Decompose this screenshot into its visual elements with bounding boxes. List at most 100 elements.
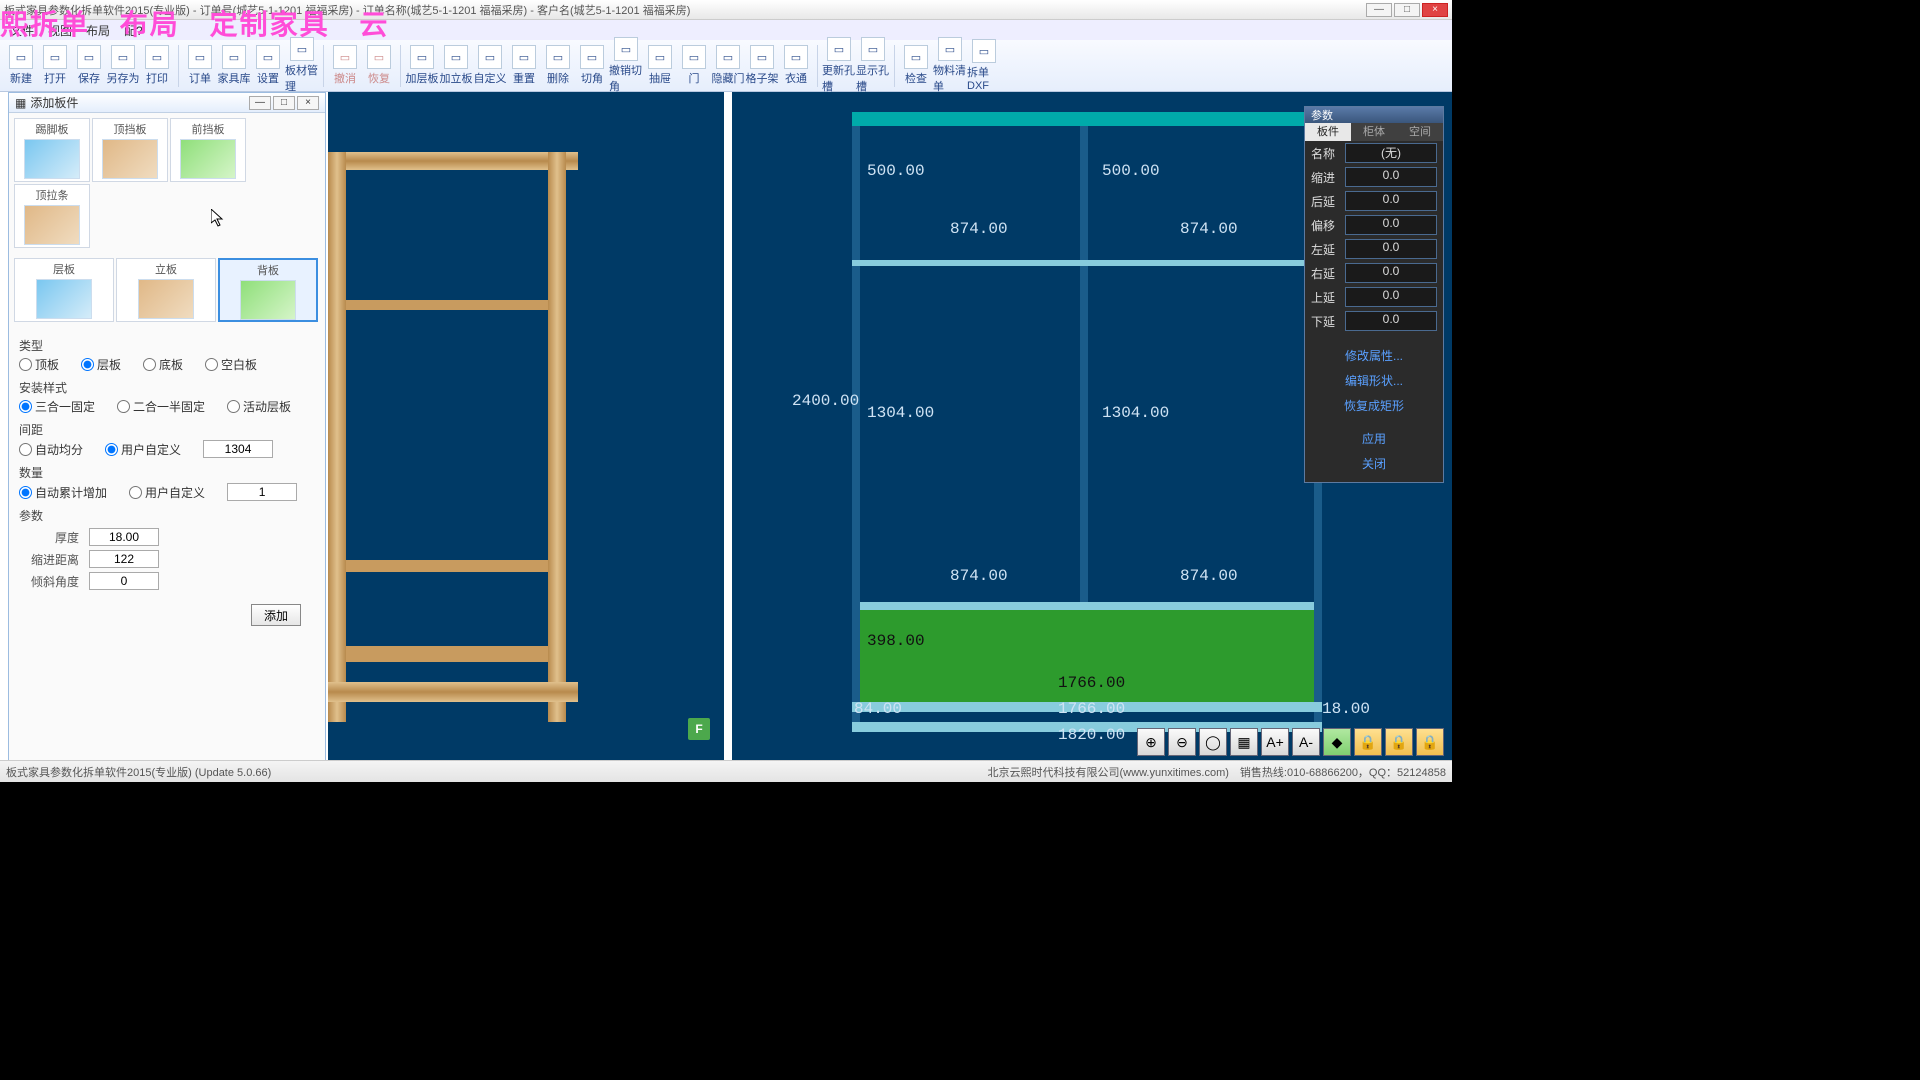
toolbar-新建[interactable]: ▭新建 (4, 45, 38, 86)
toolbar-家具库[interactable]: ▭家具库 (217, 45, 251, 86)
dialog-min-button[interactable]: — (249, 96, 271, 110)
radio-自动均分[interactable]: 自动均分 (19, 441, 83, 458)
photo-button[interactable]: ▦ (1230, 728, 1258, 756)
toolbar-显示孔槽[interactable]: ▭显示孔槽 (856, 37, 890, 94)
toolbar-另存为[interactable]: ▭另存为 (106, 45, 140, 86)
menu-item[interactable]: 配? (124, 22, 143, 38)
font-bigger-button[interactable]: A+ (1261, 728, 1289, 756)
add-button[interactable]: 添加 (251, 604, 301, 626)
dialog-close-button[interactable]: × (297, 96, 319, 110)
toolbar-ribbon: ▭新建▭打开▭保存▭另存为▭打印 ▭订单▭家具库▭设置▭板材管理 ▭撤消▭恢复 ▭加层… (0, 40, 1452, 92)
link-shape[interactable]: 编辑形状... (1305, 368, 1443, 393)
toolbar-物料清单[interactable]: ▭物料清单 (933, 37, 967, 94)
r-qty-input[interactable] (227, 483, 297, 501)
toolbar-加立板[interactable]: ▭加立板 (439, 45, 473, 86)
param-input-左延[interactable]: 0.0 (1345, 239, 1437, 259)
toolbar-撤消[interactable]: ▭撤消 (328, 45, 362, 86)
toolbar-抽屉[interactable]: ▭抽屉 (643, 45, 677, 86)
tab-space[interactable]: 空间 (1397, 123, 1443, 141)
toolbar-打开[interactable]: ▭打开 (38, 45, 72, 86)
section-label-qty: 数量 (19, 464, 315, 481)
toolbar-板材管理[interactable]: ▭板材管理 (285, 37, 319, 94)
param-input-下延[interactable]: 0.0 (1345, 311, 1437, 331)
toolbar-删除[interactable]: ▭删除 (541, 45, 575, 86)
toolbar-撤销切角[interactable]: ▭撤销切角 (609, 37, 643, 94)
toolbar-隐藏门[interactable]: ▭隐藏门 (711, 45, 745, 86)
lock2-button[interactable]: 🔒 (1385, 728, 1413, 756)
param-input-上延[interactable]: 0.0 (1345, 287, 1437, 307)
zoom-in-button[interactable]: ⊕ (1137, 728, 1165, 756)
panel-thumb-踢脚板[interactable]: 踢脚板 (14, 118, 90, 182)
font-smaller-button[interactable]: A- (1292, 728, 1320, 756)
dim-w1: 874.00 (950, 220, 1008, 238)
tab-panel[interactable]: 板件 (1305, 123, 1351, 141)
link-apply[interactable]: 应用 (1305, 426, 1443, 451)
link-props[interactable]: 修改属性... (1305, 343, 1443, 368)
close-button[interactable]: × (1422, 3, 1448, 17)
tab-cabinet[interactable]: 柜体 (1351, 123, 1397, 141)
toolbar-打印[interactable]: ▭打印 (140, 45, 174, 86)
toolbar-icon: ▭ (972, 39, 996, 63)
toolbar-更新孔槽[interactable]: ▭更新孔槽 (822, 37, 856, 94)
thickness-input[interactable] (89, 528, 159, 546)
toolbar-保存[interactable]: ▭保存 (72, 45, 106, 86)
toolbar-门[interactable]: ▭门 (677, 45, 711, 86)
toolbar-重置[interactable]: ▭重置 (507, 45, 541, 86)
menu-item[interactable]: 布局 (86, 22, 110, 38)
panel-thumb-顶拉条[interactable]: 顶拉条 (14, 184, 90, 248)
toolbar-icon: ▭ (43, 45, 67, 69)
dim-kick: 84.00 (854, 700, 902, 718)
toolbar-设置[interactable]: ▭设置 (251, 45, 285, 86)
toolbar-订单[interactable]: ▭订单 (183, 45, 217, 86)
dialog-max-button[interactable]: □ (273, 96, 295, 110)
lock1-button[interactable]: 🔒 (1354, 728, 1382, 756)
dim-top-l: 500.00 (867, 162, 925, 180)
menu-item[interactable]: 文件 (10, 22, 34, 38)
indent-input[interactable] (89, 550, 159, 568)
minimize-button[interactable]: — (1366, 3, 1392, 17)
params-panel[interactable]: 参数 板件 柜体 空间 名称(无) 缩进0.0后延0.0偏移0.0左延0.0右延… (1304, 106, 1444, 483)
angle-input[interactable] (89, 572, 159, 590)
maximize-button[interactable]: □ (1394, 3, 1420, 17)
param-input-右延[interactable]: 0.0 (1345, 263, 1437, 283)
toolbar-格子架[interactable]: ▭格子架 (745, 45, 779, 86)
radio-三合一固定[interactable]: 三合一固定 (19, 398, 95, 415)
radio-顶板[interactable]: 顶板 (19, 356, 59, 373)
radio-空白板[interactable]: 空白板 (205, 356, 257, 373)
radio-用户自定义[interactable]: 用户自定义 (105, 441, 181, 458)
toolbar-加层板[interactable]: ▭加层板 (405, 45, 439, 86)
panel-thumb-顶挡板[interactable]: 顶挡板 (92, 118, 168, 182)
radio-底板[interactable]: 底板 (143, 356, 183, 373)
r-dist-input[interactable] (203, 440, 273, 458)
view-3d[interactable]: F (328, 92, 728, 760)
toolbar-衣通[interactable]: ▭衣通 (779, 45, 813, 86)
radio-层板[interactable]: 层板 (81, 356, 121, 373)
toolbar-自定义[interactable]: ▭自定义 (473, 45, 507, 86)
panel-thumb-立板[interactable]: 立板 (116, 258, 216, 322)
radio-活动层板[interactable]: 活动层板 (227, 398, 291, 415)
toolbar-切角[interactable]: ▭切角 (575, 45, 609, 86)
link-close[interactable]: 关闭 (1305, 451, 1443, 476)
param-label: 上延 (1311, 289, 1345, 306)
zoom-out-button[interactable]: ⊖ (1168, 728, 1196, 756)
toolbar-检查[interactable]: ▭检查 (899, 45, 933, 86)
radio-用户自定义[interactable]: 用户自定义 (129, 484, 205, 501)
zoom-fit-button[interactable]: ◯ (1199, 728, 1227, 756)
toolbar-icon: ▭ (367, 45, 391, 69)
param-input-缩进[interactable]: 0.0 (1345, 167, 1437, 187)
toolbar-恢复[interactable]: ▭恢复 (362, 45, 396, 86)
param-input-偏移[interactable]: 0.0 (1345, 215, 1437, 235)
toolbar-拆单DXF[interactable]: ▭拆单DXF (967, 39, 1001, 92)
panel-thumb-前挡板[interactable]: 前挡板 (170, 118, 246, 182)
panel-thumb-背板[interactable]: 背板 (218, 258, 318, 322)
param-input-后延[interactable]: 0.0 (1345, 191, 1437, 211)
panel-thumb-层板[interactable]: 层板 (14, 258, 114, 322)
radio-二合一半固定[interactable]: 二合一半固定 (117, 398, 205, 415)
link-rect[interactable]: 恢复成矩形 (1305, 393, 1443, 418)
tag-button[interactable]: ◆ (1323, 728, 1351, 756)
menu-item[interactable]: 视图 (48, 22, 72, 38)
view-2d[interactable]: 2400.00 500.00 500.00 874.00 874.00 1304… (732, 92, 1452, 760)
name-input[interactable]: (无) (1345, 143, 1437, 163)
lock3-button[interactable]: 🔒 (1416, 728, 1444, 756)
radio-自动累计增加[interactable]: 自动累计增加 (19, 484, 107, 501)
